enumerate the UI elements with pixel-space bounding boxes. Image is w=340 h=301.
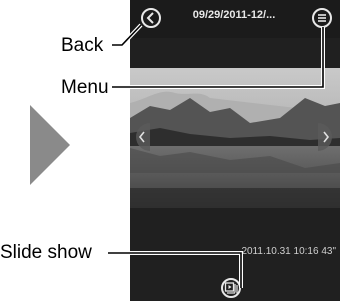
previous-photo-button[interactable] <box>132 123 150 151</box>
chevron-left-icon <box>146 12 154 24</box>
hamburger-icon <box>318 14 326 22</box>
next-photo-button[interactable] <box>318 123 336 151</box>
callout-slideshow-label: Slide show <box>0 242 92 263</box>
album-title: 09/29/2011-12/... <box>192 9 276 21</box>
photo-image[interactable] <box>130 68 340 208</box>
pointer-arrow-icon <box>30 105 70 185</box>
top-bar: 09/29/2011-12/... <box>130 0 340 38</box>
chevron-right-icon <box>318 123 332 151</box>
photo-datetime: 2011.10.31 10:16 43" <box>241 246 336 257</box>
chevron-left-icon <box>136 123 150 151</box>
menu-button[interactable] <box>312 8 332 28</box>
slideshow-icon <box>224 282 238 294</box>
back-button[interactable] <box>141 8 161 28</box>
callout-menu-label: Menu <box>61 77 109 98</box>
phone-screen: 09/29/2011-12/... 2011.10.31 10:16 43" <box>130 0 340 301</box>
callout-back-label: Back <box>61 35 104 56</box>
slideshow-button[interactable] <box>221 278 241 298</box>
